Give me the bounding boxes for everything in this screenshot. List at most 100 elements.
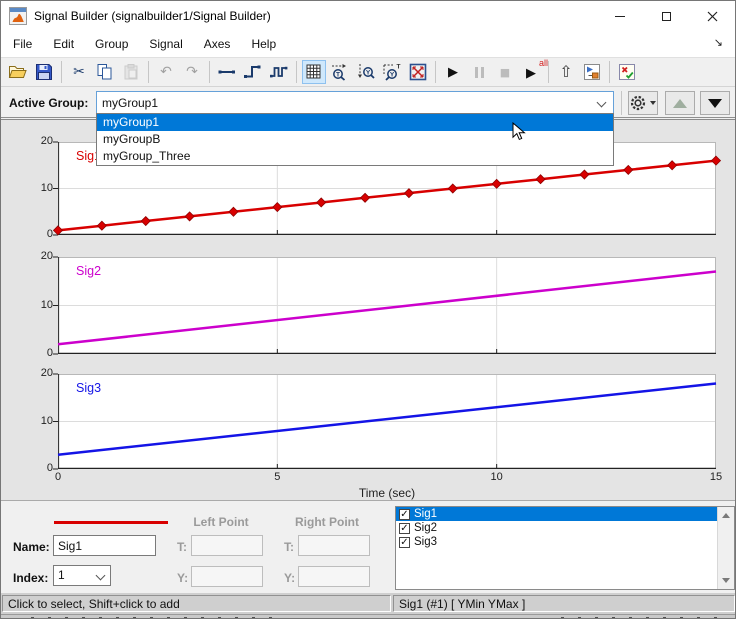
zoom-time-button[interactable]: T (328, 60, 352, 84)
sig2-trace[interactable] (57, 270, 717, 346)
toolbar-separator (548, 61, 549, 83)
data-point-marker[interactable] (623, 164, 634, 175)
stop-simulation-button[interactable]: ■ (493, 60, 517, 84)
copy-button[interactable] (93, 60, 117, 84)
up-to-parent-button[interactable]: ⇧ (554, 60, 578, 84)
sig3-trace[interactable] (57, 382, 717, 456)
signal-list-item-sig1[interactable]: ✓ Sig1 (396, 507, 717, 521)
minimize-button[interactable] (597, 1, 643, 31)
draw-step-button[interactable] (241, 60, 265, 84)
data-point-marker[interactable] (96, 220, 107, 231)
move-group-up-button[interactable] (665, 91, 695, 115)
data-point-marker[interactable] (667, 160, 678, 171)
data-point-marker[interactable] (710, 155, 722, 166)
menu-group[interactable]: Group (85, 33, 138, 56)
go-to-block-button[interactable] (580, 60, 604, 84)
data-point-marker[interactable] (52, 225, 64, 236)
menu-file[interactable]: File (3, 33, 42, 56)
pause-simulation-button[interactable] (467, 60, 491, 84)
axes-sig2[interactable] (53, 256, 717, 355)
snap-to-grid-button[interactable] (302, 60, 326, 84)
left-t-input[interactable] (191, 535, 263, 556)
data-point-marker[interactable] (184, 211, 195, 222)
fit-to-view-button[interactable] (406, 60, 430, 84)
paste-button[interactable] (119, 60, 143, 84)
signal-list-item-sig3[interactable]: ✓ Sig3 (396, 535, 717, 549)
menu-edit[interactable]: Edit (43, 33, 84, 56)
title-bar: Signal Builder (signalbuilder1/Signal Bu… (1, 1, 735, 31)
cut-button[interactable]: ✂ (67, 60, 91, 84)
signal-list-label: Sig2 (414, 522, 438, 534)
menu-bar: File Edit Group Signal Axes Help ↘ (1, 31, 735, 58)
toolbar-separator (148, 61, 149, 83)
index-select[interactable]: 1 (53, 565, 111, 586)
y-tick-label: 10 (40, 414, 53, 427)
checkbox-icon[interactable]: ✓ (399, 536, 410, 548)
right-y-label: Y: (284, 571, 296, 585)
triangle-up-icon (673, 98, 687, 108)
scrollbar[interactable] (717, 507, 734, 589)
constant-line-icon (218, 70, 235, 74)
data-point-marker[interactable] (272, 202, 283, 213)
dock-arrow-icon[interactable]: ↘ (714, 36, 723, 49)
scroll-down-button[interactable] (718, 573, 734, 588)
data-point-marker[interactable] (491, 178, 502, 189)
draw-pulse-button[interactable] (267, 60, 291, 84)
maximize-button[interactable] (643, 1, 689, 31)
checkbox-icon[interactable]: ✓ (399, 508, 410, 520)
zoom-y-button[interactable]: Y (354, 60, 378, 84)
undo-icon: ↶ (160, 64, 172, 80)
active-group-combobox[interactable]: myGroup1 (96, 91, 614, 115)
name-input[interactable] (53, 535, 156, 556)
start-simulation-button[interactable]: ▶ (441, 60, 465, 84)
run-all-label: all (538, 57, 548, 68)
output-options-button[interactable] (615, 60, 639, 84)
status-hint: Click to select, Shift+click to add (2, 595, 391, 612)
window-title: Signal Builder (signalbuilder1/Signal Bu… (34, 9, 271, 23)
save-button[interactable] (32, 60, 56, 84)
output-check-icon (619, 64, 635, 80)
menu-signal[interactable]: Signal (139, 33, 192, 56)
group-option-myGroup1[interactable]: myGroup1 (97, 114, 613, 131)
group-option-myGroup_Three[interactable]: myGroup_Three (97, 148, 613, 165)
y-tick-label: 20 (40, 250, 53, 262)
triangle-down-icon (708, 98, 722, 108)
data-point-marker[interactable] (140, 215, 151, 227)
data-point-marker[interactable] (535, 174, 546, 185)
undo-button[interactable]: ↶ (154, 60, 178, 84)
data-point-marker[interactable] (579, 169, 590, 180)
x-axis-title: Time (sec) (358, 486, 416, 500)
index-value: 1 (58, 568, 65, 582)
group-option-myGroupB[interactable]: myGroupB (97, 131, 613, 148)
right-t-input[interactable] (298, 535, 370, 556)
copy-icon (97, 64, 112, 80)
simulink-block-icon (584, 64, 600, 80)
zoom-y-icon: Y (358, 64, 375, 79)
svg-text:Y: Y (390, 71, 395, 78)
data-point-marker[interactable] (228, 206, 239, 217)
axes-sig3[interactable] (53, 373, 717, 470)
scroll-up-button[interactable] (718, 508, 734, 523)
triangle-down-icon (722, 578, 730, 583)
separator (621, 91, 622, 115)
left-y-input[interactable] (191, 566, 263, 587)
move-group-down-button[interactable] (700, 91, 730, 115)
right-y-input[interactable] (298, 566, 370, 587)
group-options-button[interactable] (628, 91, 658, 115)
redo-button[interactable]: ↷ (180, 60, 204, 84)
run-all-button[interactable]: ▶ all (519, 58, 548, 84)
data-point-marker[interactable] (403, 188, 414, 199)
data-point-marker[interactable] (316, 197, 327, 208)
data-point-marker[interactable] (447, 183, 458, 194)
open-button[interactable] (6, 60, 30, 84)
data-point-marker[interactable] (360, 192, 371, 203)
close-button[interactable] (689, 1, 735, 31)
menu-help[interactable]: Help (241, 33, 286, 56)
checkbox-icon[interactable]: ✓ (399, 522, 410, 534)
zoom-time-y-button[interactable]: T Y (380, 60, 404, 84)
signal-list-item-sig2[interactable]: ✓ Sig2 (396, 521, 717, 535)
left-point-header: Left Point (193, 515, 249, 529)
draw-line-button[interactable] (215, 60, 239, 84)
menu-axes[interactable]: Axes (194, 33, 241, 56)
sig1-trace[interactable] (57, 159, 717, 232)
